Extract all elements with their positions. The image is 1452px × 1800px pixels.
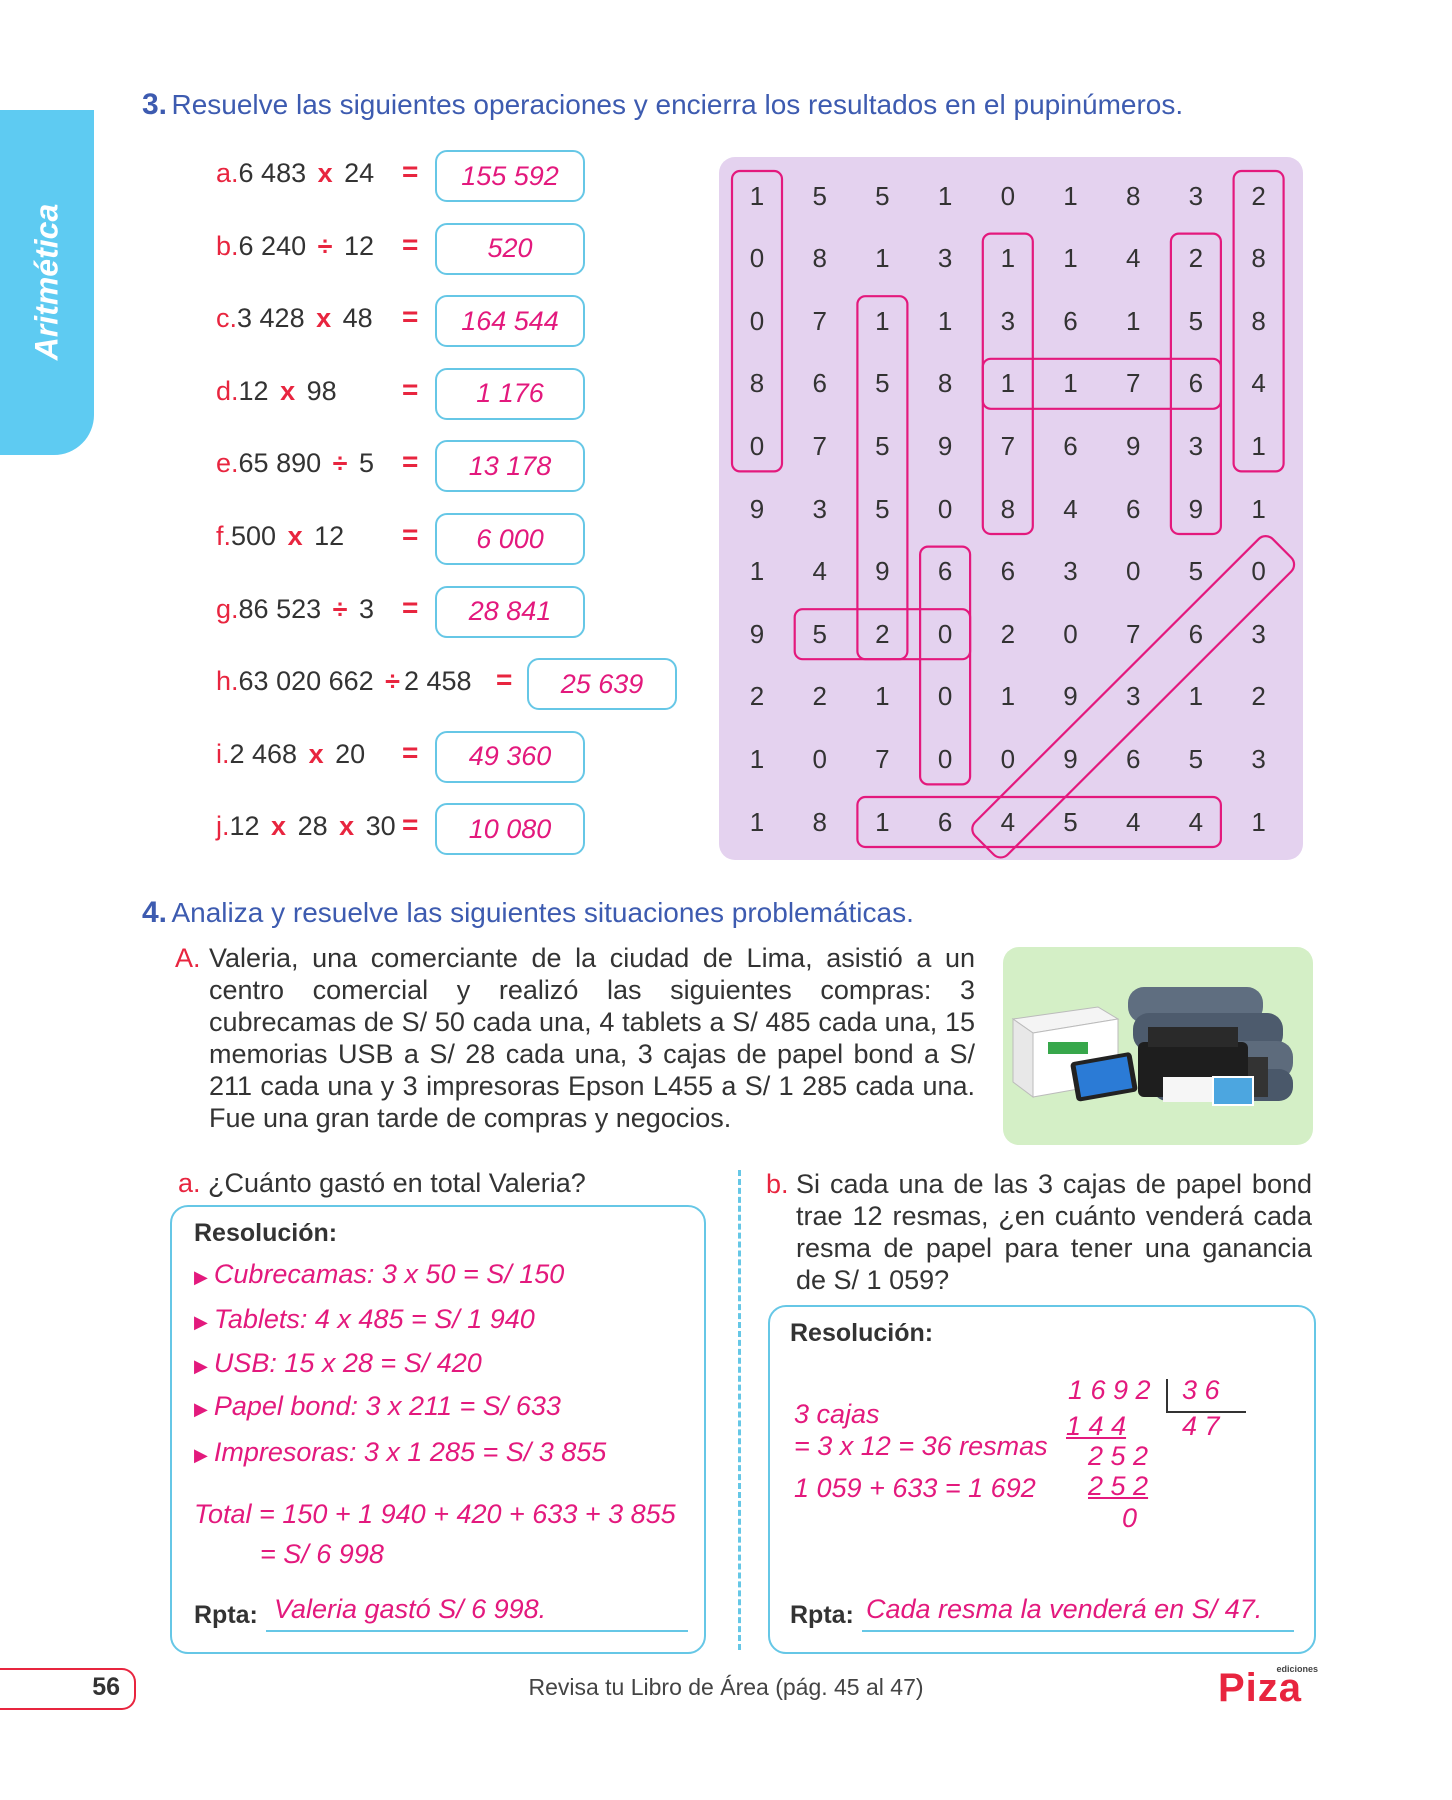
bullet-icon: ▶ (194, 1399, 208, 1419)
calc-line: ▶ USB: 15 x 28 = S/ 420 (194, 1348, 482, 1379)
problem-a: A. Valeria, una comerciante de la ciudad… (175, 942, 975, 1134)
shopping-illustration (1003, 947, 1313, 1145)
total-line-1: Total = 150 + 1 940 + 420 + 633 + 3 855 (194, 1499, 676, 1529)
brand-logo: ediciones Piza (1218, 1664, 1318, 1710)
calc-line: ▶ Tablets: 4 x 485 = S/ 1 940 (194, 1304, 535, 1335)
div-remainder-2: 0 (1122, 1503, 1138, 1533)
calc-line-text: Tablets: 4 x 485 = S/ 1 940 (213, 1304, 535, 1334)
div-dividend: 1 6 9 2 (1068, 1375, 1151, 1405)
calc-line-text: Impresoras: 3 x 1 285 = S/ 3 855 (213, 1437, 607, 1467)
div-remainder-1: 2 5 2 (1088, 1441, 1149, 1471)
section4-title: Analiza y resuelve las siguientes situac… (171, 897, 914, 928)
circle-520 (793, 608, 972, 661)
grid-highlight-overlay (730, 169, 1296, 859)
bullet-icon: ▶ (194, 1267, 208, 1287)
resolution-box-b: Resolución: 3 cajas = 3 x 12 = 36 resmas… (768, 1305, 1316, 1654)
bullet-icon: ▶ (194, 1445, 208, 1465)
long-division: 1 6 9 2 3 6 4 7 1 4 4 2 5 2 2 5 2 0 (1060, 1375, 1300, 1545)
problem-a-text: Valeria, una comerciante de la ciudad de… (209, 943, 975, 1133)
question-b-letter: b. (766, 1169, 789, 1199)
div-subtract-1: 1 4 4 (1066, 1411, 1127, 1441)
work-line-3: 1 059 + 633 = 1 692 (794, 1473, 1036, 1503)
bullet-icon: ▶ (194, 1312, 208, 1332)
brand-name: Piza (1218, 1666, 1303, 1710)
circle-1176 (981, 357, 1222, 410)
circle-6000 (918, 545, 972, 786)
rpta-a-line: Valeria gastó S/ 6 998. (266, 1592, 688, 1632)
rpta-b-text: Cada resma la venderá en S/ 47. (866, 1594, 1263, 1624)
question-a-letter: a. (178, 1168, 201, 1198)
products-image (1011, 987, 1293, 1106)
div-quotient: 4 7 (1182, 1411, 1220, 1441)
circle-100800 (730, 169, 784, 473)
resolution-box-a: Resolución: ▶ Cubrecamas: 3 x 50 = S/ 150… (170, 1205, 706, 1654)
rpta-a-text: Valeria gastó S/ 6 998. (274, 1594, 547, 1624)
column-divider (738, 1170, 741, 1650)
work-line-2: = 3 x 12 = 36 resmas (794, 1431, 1048, 1461)
total-line-2: = S/ 6 998 (260, 1539, 384, 1569)
work-line-1: 3 cajas (794, 1399, 880, 1429)
circle-13178 (981, 232, 1034, 536)
section4-heading: 4. Analiza y resuelve las siguientes sit… (142, 896, 914, 930)
calc-line-text: Papel bond: 3 x 211 = S/ 633 (213, 1391, 561, 1421)
div-subtract-2: 2 5 2 (1088, 1471, 1149, 1501)
bullet-icon: ▶ (194, 1356, 208, 1376)
question-b: b. Si cada una de las 3 cajas de papel b… (766, 1168, 1312, 1296)
rpta-a-label: Rpta: (194, 1601, 258, 1629)
div-divisor: 3 6 (1182, 1375, 1220, 1405)
calc-line: ▶ Impresoras: 3 x 1 285 = S/ 3 855 (194, 1437, 606, 1468)
calc-line: ▶ Papel bond: 3 x 211 = S/ 633 (194, 1391, 561, 1422)
calc-line-text: USB: 15 x 28 = S/ 420 (213, 1348, 482, 1378)
circle-49360 (971, 535, 1296, 859)
section4-number: 4. (142, 896, 168, 929)
question-b-text: Si cada una de las 3 cajas de papel bond… (796, 1169, 1312, 1295)
circle-25639 (1169, 232, 1223, 536)
div-bracket-vertical (1166, 1379, 1168, 1411)
question-a-text: ¿Cuánto gastó en total Valeria? (208, 1168, 586, 1198)
question-a: a. ¿Cuánto gastó en total Valeria? (178, 1168, 586, 1199)
rpta-b-label: Rpta: (790, 1601, 854, 1629)
circle-155592 (856, 295, 909, 661)
resolution-a-title: Resolución: (194, 1219, 338, 1247)
circle-28841 (1232, 169, 1285, 473)
calc-line: ▶ Cubrecamas: 3 x 50 = S/ 150 (194, 1259, 564, 1290)
rpta-b-line: Cada resma la venderá en S/ 47. (862, 1592, 1294, 1632)
problem-a-letter: A. (175, 943, 201, 973)
resolution-b-title: Resolución: (790, 1319, 934, 1347)
calc-line-text: Cubrecamas: 3 x 50 = S/ 150 (213, 1259, 565, 1289)
